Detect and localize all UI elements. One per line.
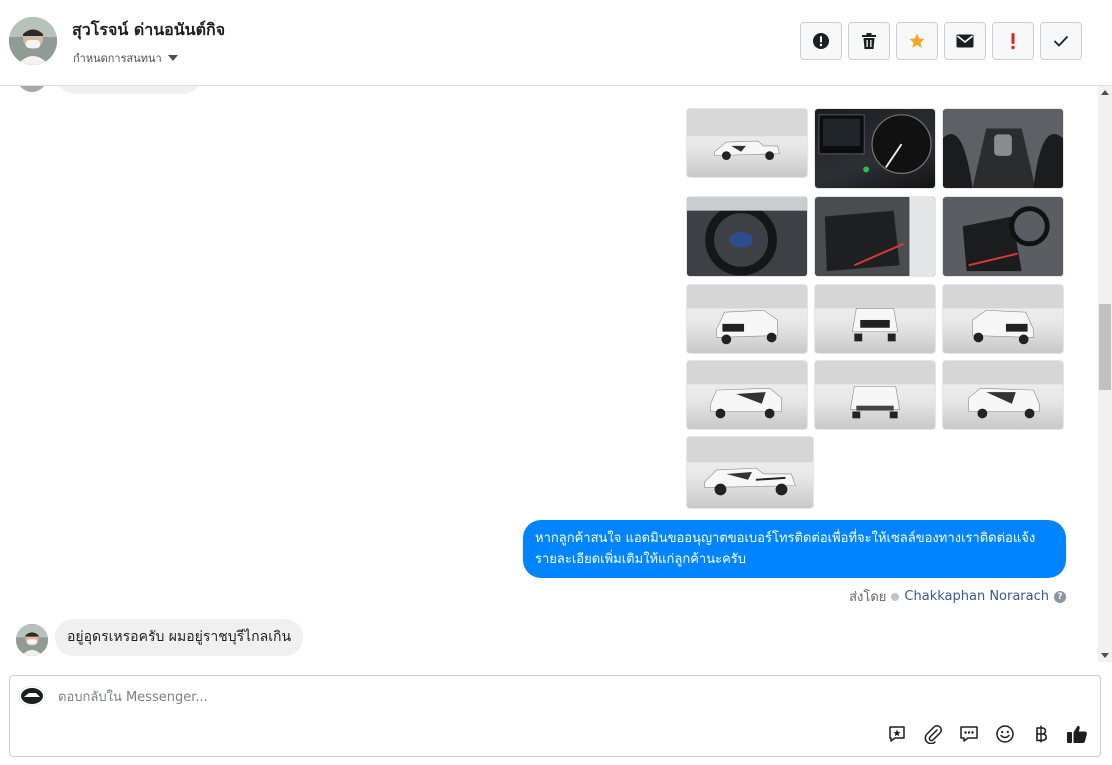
like-button[interactable] <box>1065 722 1089 746</box>
flag-button[interactable] <box>992 22 1034 60</box>
scroll-thumb[interactable] <box>1099 304 1111 390</box>
assign-conversation-dropdown[interactable]: กำหนดการสนทนา <box>73 49 178 67</box>
message-thread[interactable]: หากลูกค้าสนใจ แอดมินขออนุญาตขอเบอร์โทรติ… <box>0 86 1098 662</box>
help-icon[interactable]: ? <box>1054 590 1066 603</box>
thread-scrollbar[interactable] <box>1098 86 1112 662</box>
mark-unread-button[interactable] <box>944 22 986 60</box>
sender-name-link[interactable]: Chakkaphan Norarach <box>904 589 1049 604</box>
star-button[interactable] <box>896 22 938 60</box>
car-rear-left-photo[interactable] <box>686 360 808 430</box>
car-side-photo[interactable] <box>686 436 814 509</box>
incoming-message-bubble: อยู่อุดรเหรอครับ ผมอยู่ราชบุรีไกลเกิน <box>55 619 304 656</box>
thumbs-up-icon <box>1067 725 1087 743</box>
spam-button[interactable] <box>800 22 842 60</box>
scroll-down-arrow-icon[interactable] <box>1101 653 1109 658</box>
gear-shift-photo[interactable] <box>942 108 1064 189</box>
reply-composer <box>9 675 1101 757</box>
steering-wheel-photo[interactable] <box>686 196 808 277</box>
verified-icon <box>891 592 900 601</box>
header-actions <box>800 22 1082 60</box>
star-icon <box>909 33 925 48</box>
car-front-photo[interactable] <box>814 284 936 354</box>
baht-icon <box>1036 725 1047 743</box>
trash-icon <box>862 33 876 49</box>
emoji-button[interactable] <box>993 722 1017 746</box>
caret-down-icon <box>167 55 178 61</box>
car-rear-right-photo[interactable] <box>942 360 1064 430</box>
page-logo-icon <box>19 686 45 706</box>
payment-button[interactable] <box>1029 722 1053 746</box>
composer-tools <box>885 722 1089 746</box>
contact-avatar[interactable] <box>9 17 57 65</box>
previous-message-bubble <box>56 86 202 94</box>
dashboard-photo[interactable] <box>814 108 936 189</box>
saved-reply-icon <box>889 726 905 742</box>
car-front-right-photo[interactable] <box>942 284 1064 354</box>
saved-reply-button[interactable] <box>885 722 909 746</box>
envelope-icon <box>956 34 974 48</box>
delete-button[interactable] <box>848 22 890 60</box>
conversation-header: สุวโรจน์ ด่านอนันต์กิจ กำหนดการสนทนา <box>0 0 1112 86</box>
paperclip-icon <box>924 725 942 744</box>
chat-bubbles-icon <box>960 726 978 742</box>
assign-label: กำหนดการสนทนา <box>73 52 162 65</box>
rear-seat-photo[interactable] <box>814 196 936 277</box>
contact-name[interactable]: สุวโรจน์ ด่านอนันต์กิจ <box>72 18 225 43</box>
exclamation-icon <box>1011 33 1015 50</box>
contact-avatar-small[interactable] <box>16 624 48 656</box>
mark-done-button[interactable] <box>1040 22 1082 60</box>
previous-message-avatar <box>17 86 47 92</box>
car-front-left-photo[interactable] <box>686 284 808 354</box>
sent-by-info: ส่งโดย Chakkaphan Norarach ? <box>849 586 1066 607</box>
sent-by-label: ส่งโดย <box>849 590 887 605</box>
scroll-up-arrow-icon[interactable] <box>1101 90 1109 95</box>
outgoing-message-bubble: หากลูกค้าสนใจ แอดมินขออนุญาตขอเบอร์โทรติ… <box>523 520 1066 578</box>
smiley-icon <box>996 725 1014 743</box>
quick-replies-button[interactable] <box>957 722 981 746</box>
alert-circle-icon <box>813 33 829 49</box>
front-seat-photo[interactable] <box>942 196 1064 277</box>
reply-input[interactable] <box>58 686 658 708</box>
checkmark-icon <box>1053 35 1069 47</box>
attach-file-button[interactable] <box>921 722 945 746</box>
car-rear-photo[interactable] <box>814 360 936 430</box>
car-photo[interactable] <box>686 108 808 178</box>
